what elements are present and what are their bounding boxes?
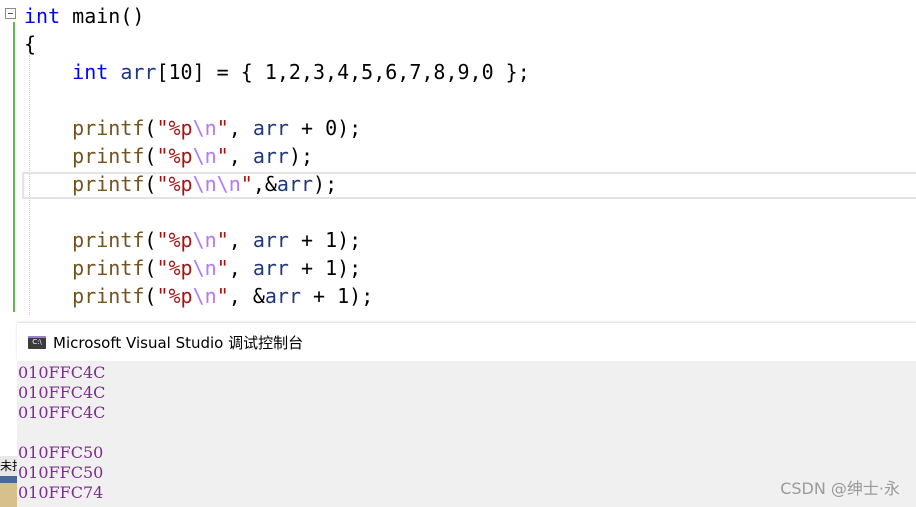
code-token: "%p <box>156 116 193 140</box>
console-output-line: 010FFC4C <box>18 383 106 402</box>
code-token: ( <box>144 256 157 280</box>
code-token: \n <box>192 284 217 308</box>
code-token: + 0); <box>288 116 362 140</box>
code-token: "%p <box>156 284 193 308</box>
code-token: ,& <box>252 172 277 196</box>
code-token: " <box>216 284 229 308</box>
code-token: arr <box>252 144 289 168</box>
change-indicator-bar <box>13 22 15 312</box>
code-token: " <box>216 144 229 168</box>
code-token: ( <box>144 144 157 168</box>
code-token: ( <box>144 228 157 252</box>
code-token: arr <box>276 172 314 196</box>
code-token: [10] = { 1,2,3,4,5,6,7,8,9,0 }; <box>156 60 530 84</box>
console-output-line: 010FFC50 <box>18 443 104 462</box>
code-token: "%p <box>156 228 193 252</box>
code-token: "%p <box>156 144 193 168</box>
console-output-line: 010FFC4C <box>18 403 106 422</box>
watermark: CSDN @绅士·永 <box>780 479 900 498</box>
code-token: " <box>240 172 253 196</box>
code-token: printf <box>72 116 145 140</box>
collapse-toggle-icon[interactable] <box>5 8 16 19</box>
code-editor[interactable]: int main(){ int arr[10] = { 1,2,3,4,5,6,… <box>0 0 916 330</box>
console-output-line: 010FFC74 <box>18 483 104 502</box>
code-token: printf <box>72 284 145 308</box>
console-window-icon: C:\ <box>28 336 46 349</box>
code-token: " <box>216 228 229 252</box>
code-token: " <box>216 256 229 280</box>
code-token: , <box>228 256 253 280</box>
code-token: , <box>228 228 253 252</box>
code-token: + 1); <box>288 256 362 280</box>
code-token: + 1); <box>288 228 362 252</box>
code-token: "%p <box>156 172 193 196</box>
code-token: "%p <box>156 256 193 280</box>
code-token: ( <box>144 284 157 308</box>
code-line[interactable]: printf("%p\n", &arr + 1); <box>24 282 373 310</box>
code-token: \n <box>192 144 217 168</box>
code-line[interactable]: printf("%p\n", arr + 0); <box>24 114 361 142</box>
code-token: printf <box>72 144 145 168</box>
code-line[interactable]: int main() <box>24 2 144 30</box>
code-token: ( <box>144 172 157 196</box>
code-token: printf <box>72 228 145 252</box>
code-token: " <box>216 116 229 140</box>
console-title: Microsoft Visual Studio 调试控制台 <box>53 334 304 352</box>
console-titlebar[interactable]: C:\ Microsoft Visual Studio 调试控制台 <box>17 323 916 361</box>
code-token: { <box>24 32 37 56</box>
code-token: \n\n <box>192 172 241 196</box>
console-output-line: 010FFC50 <box>18 463 104 482</box>
code-line[interactable]: printf("%p\n", arr + 1); <box>24 226 361 254</box>
code-token: main() <box>60 4 145 28</box>
code-line[interactable]: printf("%p\n", arr); <box>24 142 313 170</box>
code-token: \n <box>192 256 217 280</box>
code-token: printf <box>72 172 145 196</box>
code-token: arr <box>252 256 289 280</box>
code-line[interactable]: printf("%p\n", arr + 1); <box>24 254 361 282</box>
code-line[interactable]: { <box>24 30 36 58</box>
code-token: int <box>24 4 61 28</box>
code-token: ( <box>144 116 157 140</box>
code-token: ); <box>313 172 338 196</box>
code-token: , & <box>228 284 265 308</box>
code-token: arr <box>120 60 157 84</box>
code-token: arr <box>264 284 301 308</box>
code-token: printf <box>72 256 145 280</box>
code-token: ); <box>288 144 314 168</box>
code-token: arr <box>252 228 289 252</box>
left-panel-tab[interactable]: 未找 <box>0 456 17 476</box>
code-token: arr <box>252 116 289 140</box>
left-panel-strip-accent <box>0 476 17 483</box>
code-token: , <box>228 116 253 140</box>
code-token: \n <box>192 228 217 252</box>
console-output-line: 010FFC4C <box>18 363 106 382</box>
code-token: , <box>228 144 253 168</box>
code-line[interactable]: int arr[10] = { 1,2,3,4,5,6,7,8,9,0 }; <box>24 58 530 86</box>
code-token: + 1); <box>300 284 374 308</box>
code-token: int <box>72 60 109 84</box>
code-line[interactable]: printf("%p\n\n",&arr); <box>24 170 337 198</box>
code-token: \n <box>192 116 217 140</box>
